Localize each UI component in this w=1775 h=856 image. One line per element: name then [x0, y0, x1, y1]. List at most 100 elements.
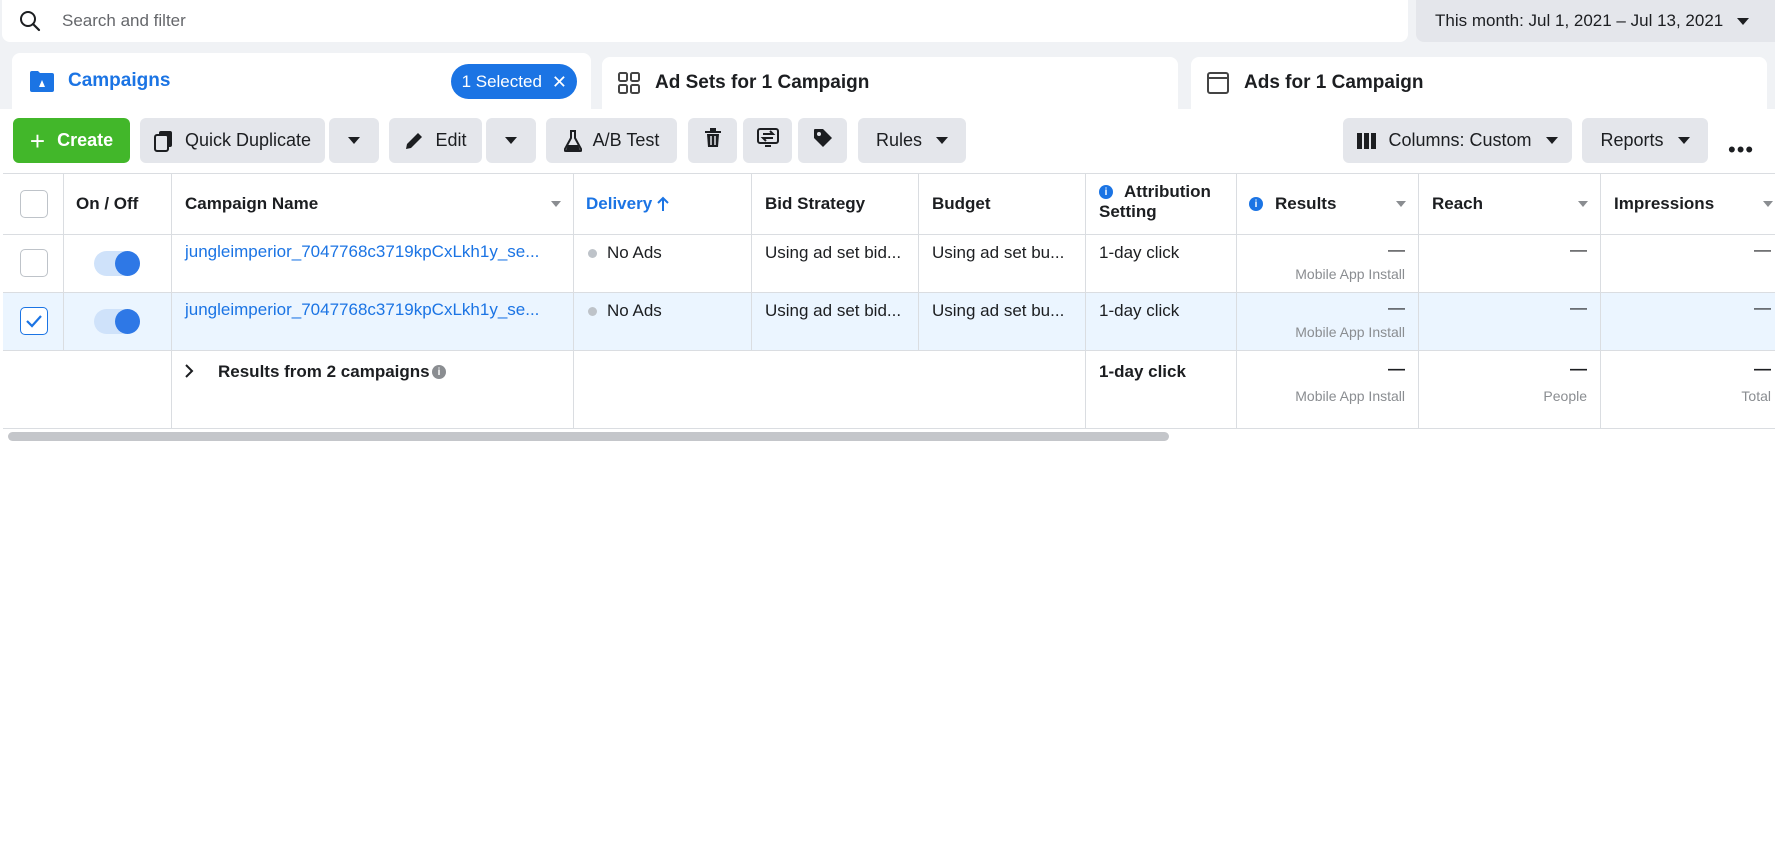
row-bid-cell: Using ad set bid... — [752, 293, 919, 350]
edit-dropdown[interactable] — [486, 118, 536, 163]
reports-button[interactable]: Reports — [1582, 118, 1708, 163]
level-tabs: Campaigns 1 Selected ✕ Ad Sets for 1 Cam… — [0, 44, 1775, 109]
tab-ad-sets-label: Ad Sets for 1 Campaign — [655, 72, 870, 93]
summary-empty-cell — [64, 351, 172, 428]
campaign-toggle[interactable] — [94, 251, 140, 276]
more-options-icon[interactable]: ••• — [1728, 139, 1754, 161]
search-input[interactable]: Search and filter — [62, 11, 186, 31]
pencil-icon — [404, 131, 424, 151]
tag-icon — [813, 128, 833, 153]
row-results-cell: — Mobile App Install — [1237, 235, 1419, 292]
info-icon[interactable]: i — [432, 365, 446, 379]
delivery-label: No Ads — [607, 243, 662, 262]
summary-results-value: — — [1388, 359, 1405, 378]
sort-caret-icon — [551, 201, 561, 207]
rules-button[interactable]: Rules — [858, 118, 966, 163]
row-toggle-cell — [64, 293, 172, 350]
header-reach-label: Reach — [1432, 194, 1484, 213]
header-impressions[interactable]: Impressions — [1601, 174, 1775, 234]
campaign-name-link[interactable]: jungleimperior_7047768c3719kpCxLkh1y_se.… — [185, 242, 539, 262]
bid-strategy-value: Using ad set bid... — [765, 243, 902, 262]
row-name-cell: jungleimperior_7047768c3719kpCxLkh1y_se.… — [172, 293, 574, 350]
summary-results-cell: — Mobile App Install — [1237, 351, 1419, 428]
date-range-label: This month: Jul 1, 2021 – Jul 13, 2021 — [1435, 11, 1724, 30]
ab-test-button[interactable]: A/B Test — [546, 118, 677, 163]
tab-ads[interactable]: Ads for 1 Campaign — [1191, 57, 1767, 109]
row-select-cell — [3, 235, 64, 292]
delete-button[interactable] — [688, 118, 737, 163]
delivery-status: No Ads — [588, 301, 662, 321]
horizontal-scrollbar[interactable] — [8, 432, 1169, 441]
info-icon[interactable]: i — [1249, 197, 1263, 211]
header-campaign-name-label: Campaign Name — [185, 194, 319, 213]
top-bar: Search and filter This month: Jul 1, 202… — [0, 0, 1775, 44]
results-value: — — [1388, 240, 1405, 259]
header-reach[interactable]: Reach — [1419, 174, 1601, 234]
columns-icon — [1357, 132, 1377, 150]
header-attribution[interactable]: i Attribution Setting — [1086, 174, 1237, 234]
campaign-name-link[interactable]: jungleimperior_7047768c3719kpCxLkh1y_se.… — [185, 300, 539, 320]
header-on-off-label: On / Off — [76, 194, 139, 213]
info-icon[interactable]: i — [1099, 185, 1113, 199]
tab-campaigns[interactable]: Campaigns 1 Selected ✕ — [12, 53, 591, 109]
row-impressions-cell: — — [1601, 293, 1775, 350]
sort-caret-icon — [1763, 201, 1773, 207]
chevron-down-icon — [936, 137, 949, 144]
summary-impressions-subtext: Total — [1741, 388, 1771, 404]
selected-count-pill[interactable]: 1 Selected ✕ — [450, 64, 577, 99]
header-bid-strategy-label: Bid Strategy — [765, 194, 866, 213]
compare-button[interactable] — [743, 118, 792, 163]
impressions-value: — — [1754, 240, 1771, 259]
sort-caret-icon — [1578, 201, 1588, 207]
row-results-cell: — Mobile App Install — [1237, 293, 1419, 350]
tab-campaigns-label: Campaigns — [68, 70, 171, 91]
summary-reach-subtext: People — [1543, 388, 1587, 404]
attribution-value: 1-day click — [1099, 243, 1180, 262]
row-bid-cell: Using ad set bid... — [752, 235, 919, 292]
sort-ascending-icon — [657, 196, 669, 212]
header-select-all-cell — [3, 174, 64, 234]
sort-caret-icon — [1396, 201, 1406, 207]
header-budget[interactable]: Budget — [919, 174, 1086, 234]
tab-ad-sets[interactable]: Ad Sets for 1 Campaign — [602, 57, 1178, 109]
campaign-folder-icon — [28, 67, 56, 95]
chevron-down-icon — [1545, 137, 1558, 144]
row-impressions-cell: — — [1601, 235, 1775, 292]
search-bar[interactable]: Search and filter — [2, 0, 1408, 42]
toolbar: + Create Quick Duplicate Edit A/B Test R… — [0, 109, 1775, 173]
flask-icon — [563, 129, 582, 152]
row-attribution-cell: 1-day click — [1086, 235, 1237, 292]
columns-button[interactable]: Columns: Custom — [1343, 118, 1572, 163]
quick-duplicate-label: Quick Duplicate — [184, 130, 312, 150]
reach-value: — — [1570, 240, 1587, 259]
ad-window-icon — [1204, 69, 1232, 97]
quick-duplicate-button[interactable]: Quick Duplicate — [140, 118, 325, 163]
date-range-picker[interactable]: This month: Jul 1, 2021 – Jul 13, 2021 — [1416, 0, 1775, 42]
chevron-down-icon — [505, 137, 517, 144]
chevron-down-icon — [1677, 137, 1690, 144]
table-row[interactable]: jungleimperior_7047768c3719kpCxLkh1y_se.… — [3, 293, 1775, 351]
row-checkbox[interactable] — [20, 307, 48, 335]
edit-button[interactable]: Edit — [389, 118, 482, 163]
table-row[interactable]: jungleimperior_7047768c3719kpCxLkh1y_se.… — [3, 235, 1775, 293]
campaign-toggle[interactable] — [94, 309, 140, 334]
toggle-knob — [115, 251, 140, 276]
header-results[interactable]: i Results — [1237, 174, 1419, 234]
header-attribution-label-2: Setting — [1099, 202, 1157, 221]
summary-attribution-cell: 1-day click — [1086, 351, 1237, 428]
header-bid-strategy[interactable]: Bid Strategy — [752, 174, 919, 234]
header-delivery[interactable]: Delivery — [574, 174, 752, 234]
select-all-checkbox[interactable] — [20, 190, 48, 218]
chevron-right-icon[interactable] — [184, 363, 194, 379]
quick-duplicate-dropdown[interactable] — [329, 118, 379, 163]
create-button[interactable]: + Create — [13, 118, 130, 163]
summary-attribution-value: 1-day click — [1099, 362, 1186, 381]
tag-button[interactable] — [798, 118, 847, 163]
summary-empty-cell — [3, 351, 64, 428]
close-icon[interactable]: ✕ — [552, 73, 567, 91]
row-checkbox[interactable] — [20, 249, 48, 277]
summary-reach-value: — — [1570, 359, 1587, 378]
status-dot-icon — [588, 306, 597, 316]
header-campaign-name[interactable]: Campaign Name — [172, 174, 574, 234]
header-on-off[interactable]: On / Off — [64, 174, 172, 234]
